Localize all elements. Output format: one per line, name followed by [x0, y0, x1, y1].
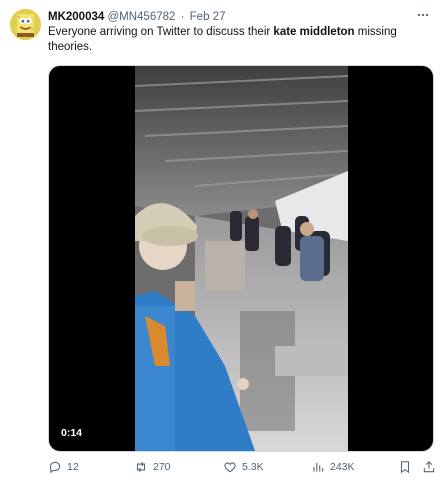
separator-dot: ·: [180, 11, 185, 23]
tweet-text-before: Everyone arriving on Twitter to discuss …: [48, 26, 274, 38]
share-button[interactable]: [422, 458, 436, 476]
share-icon: [423, 461, 435, 473]
retweet-count: 270: [153, 461, 171, 473]
views-count: 243K: [330, 461, 355, 473]
display-name[interactable]: MK200034: [48, 11, 104, 23]
views-bar-chart-icon: [313, 462, 324, 472]
avatar[interactable]: [10, 9, 41, 40]
video-duration: 0:14: [61, 427, 83, 439]
cartoon-sponge-avatar-icon: [10, 9, 41, 40]
tweet-text: Everyone arriving on Twitter to discuss …: [48, 25, 418, 55]
user-handle[interactable]: @MN456782: [107, 11, 175, 23]
bookmark-button[interactable]: [398, 458, 412, 476]
reply-button[interactable]: 12: [48, 458, 79, 476]
heart-icon: [224, 462, 236, 473]
like-button[interactable]: 5.3K: [223, 458, 264, 476]
tweet-actions: 12 270 5.3K 243K: [48, 458, 435, 476]
like-count: 5.3K: [242, 461, 264, 473]
tweet-date[interactable]: Feb 27: [190, 11, 226, 23]
bookmark-icon: [400, 461, 410, 474]
tweet[interactable]: MK200034 @MN456782 · Feb 27 Everyone arr…: [0, 0, 445, 481]
retweet-icon: [136, 461, 146, 473]
more-dots-icon[interactable]: [415, 7, 431, 23]
tweet-text-bold: kate middleton: [273, 26, 355, 38]
reply-count: 12: [67, 461, 79, 473]
views-button[interactable]: 243K: [311, 458, 355, 476]
video-thumbnail[interactable]: [135, 66, 348, 451]
video-player[interactable]: 0:14: [48, 65, 434, 452]
retweet-button[interactable]: 270: [134, 458, 171, 476]
reply-icon: [49, 461, 61, 474]
